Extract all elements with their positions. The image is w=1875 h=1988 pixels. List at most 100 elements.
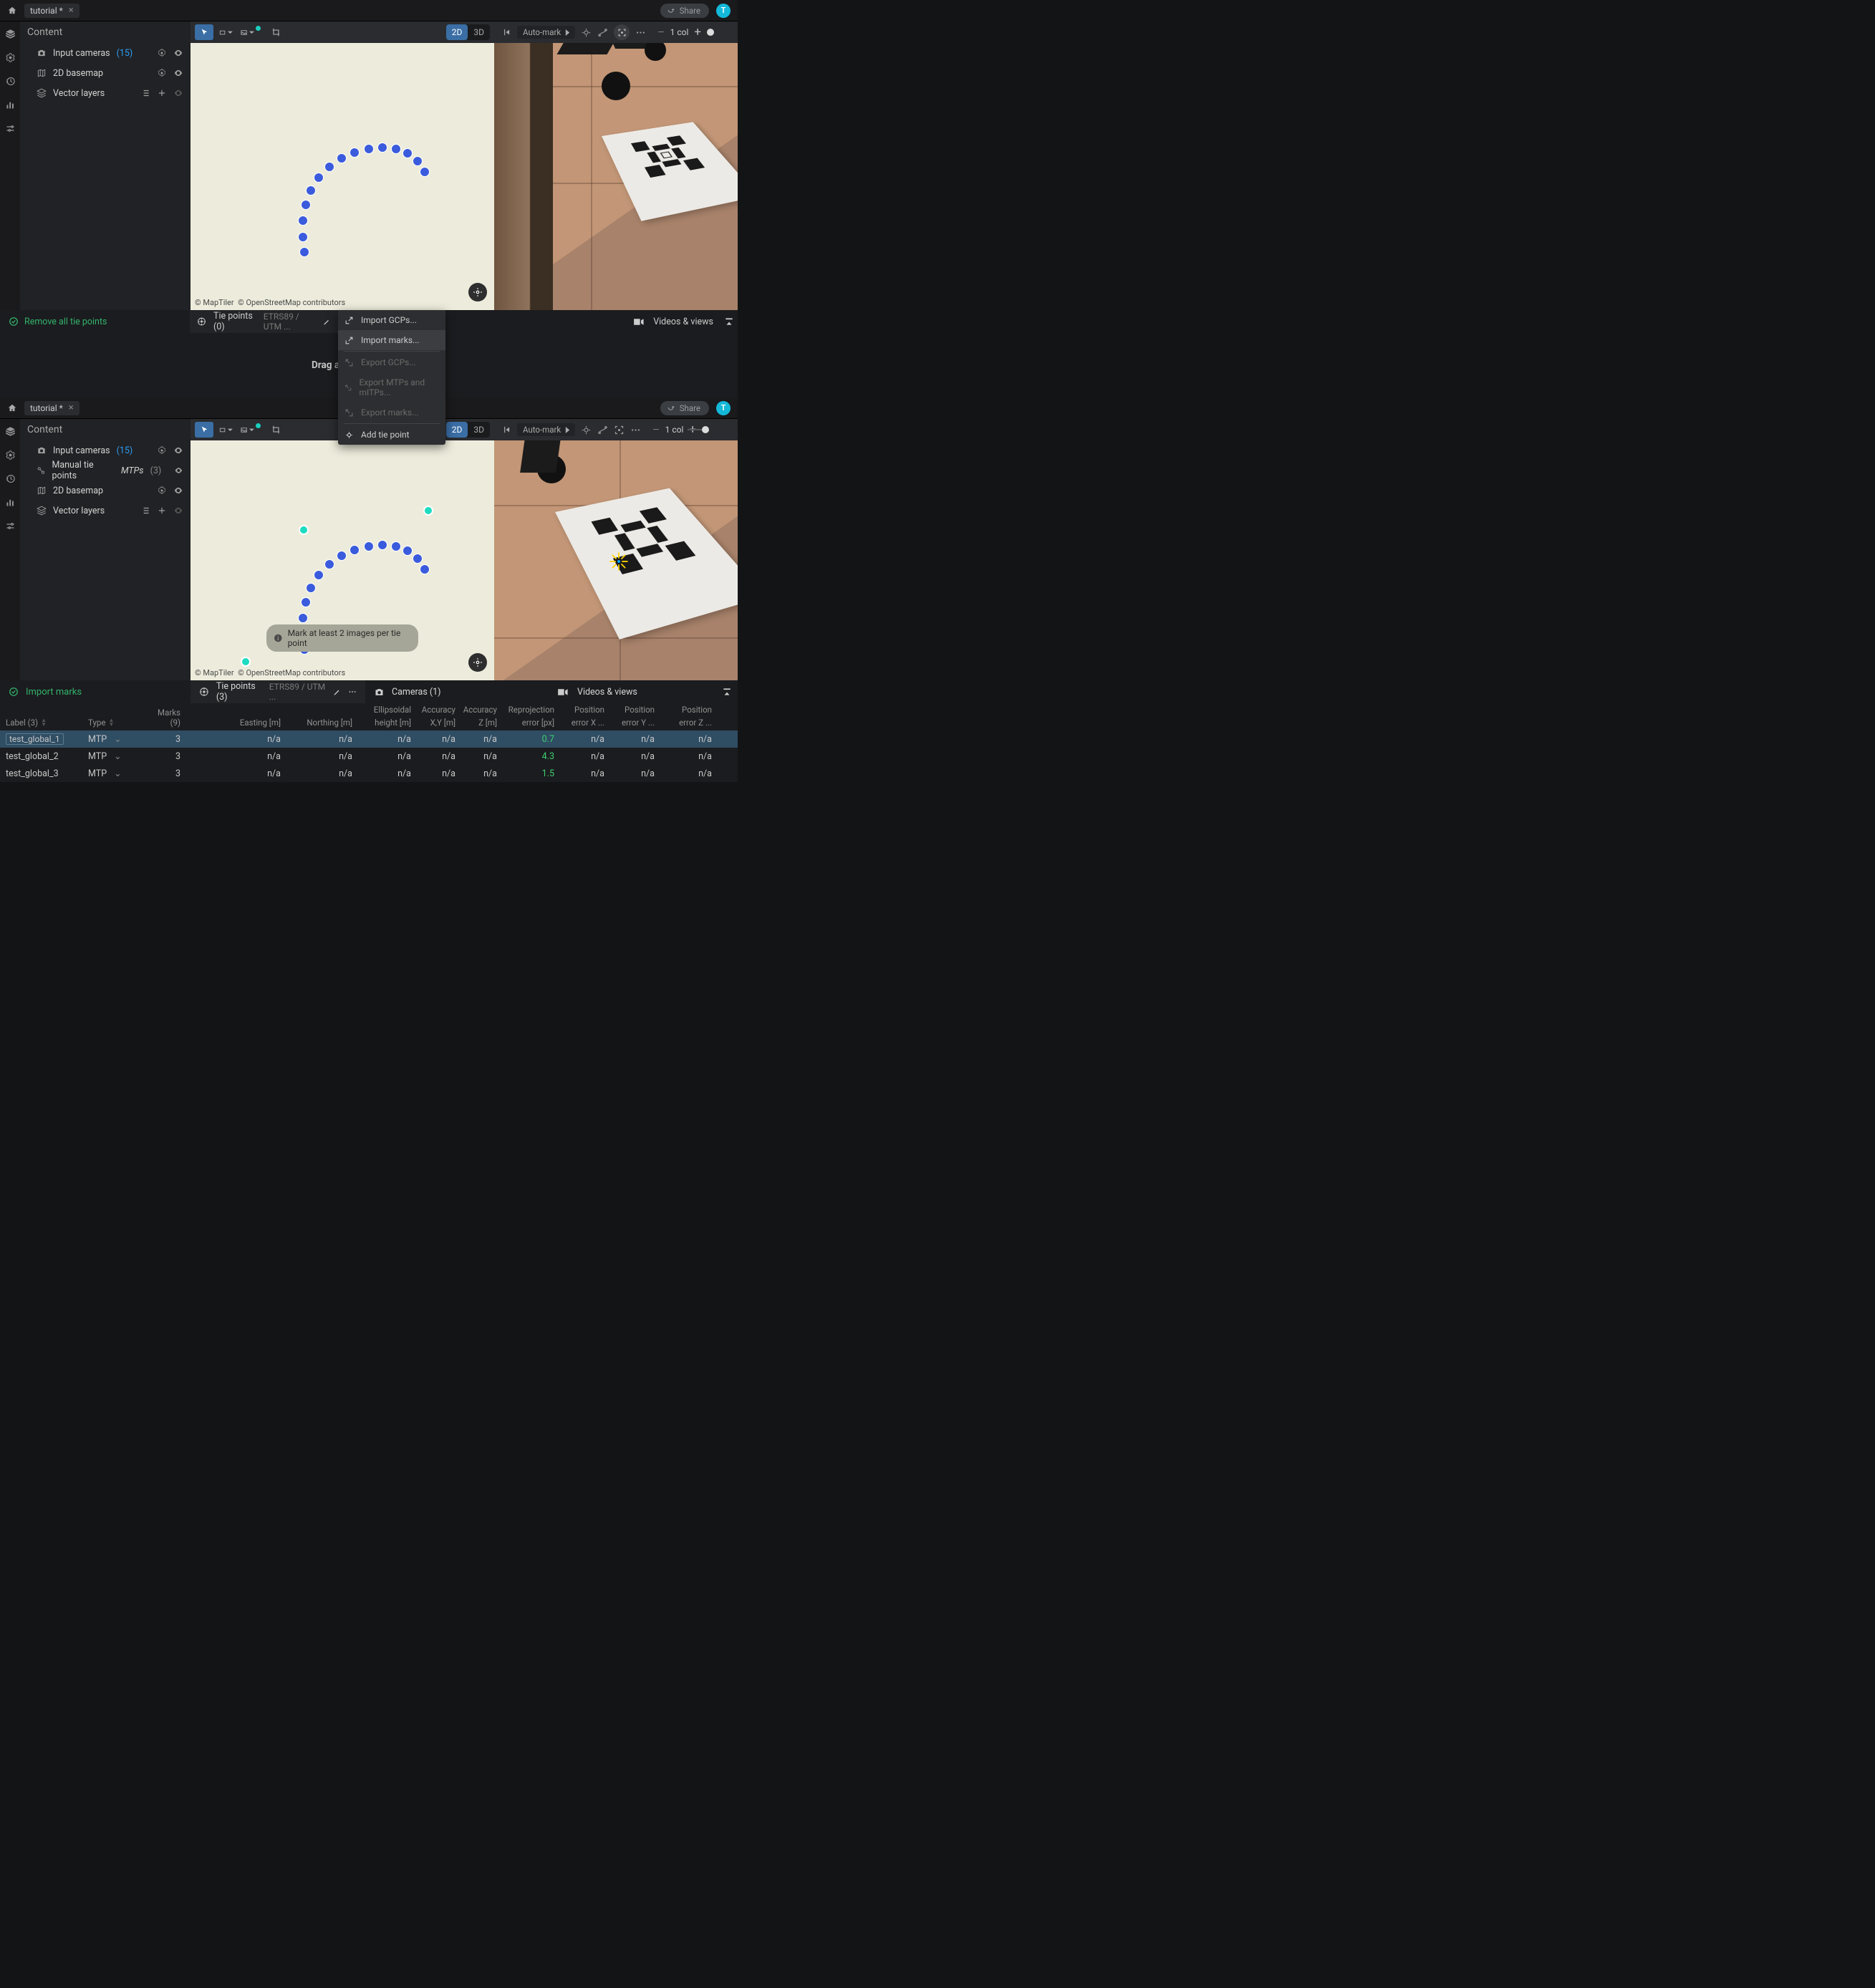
table-row[interactable]: test_global_1 MTP⌄ 3 n/a n/a n/a n/a n/a… <box>0 730 738 748</box>
zoom-slider[interactable] <box>702 426 709 433</box>
target-icon[interactable] <box>581 425 592 435</box>
focus-icon[interactable] <box>614 425 625 435</box>
image-tool[interactable] <box>238 24 256 40</box>
document-tab[interactable]: tutorial * × <box>24 401 79 415</box>
eye-off-icon[interactable] <box>173 506 183 516</box>
layer-manual-tie-points[interactable]: Manual tie points MTPs (3) <box>20 460 191 481</box>
crop-tool[interactable] <box>267 422 286 438</box>
tie-point-marker[interactable] <box>241 657 251 667</box>
tie-point-marker[interactable] <box>423 506 433 516</box>
layers-icon[interactable] <box>5 29 16 39</box>
plus-icon[interactable] <box>157 88 167 98</box>
eye-icon[interactable] <box>173 486 183 496</box>
layers-icon[interactable] <box>5 426 16 437</box>
notification-dot <box>256 423 261 428</box>
user-avatar[interactable]: T <box>716 401 731 415</box>
image-tool[interactable] <box>238 422 256 438</box>
add-column-button[interactable]: + <box>694 25 701 39</box>
layer-basemap[interactable]: 2D basemap <box>20 481 191 501</box>
share-button[interactable]: Share <box>660 4 709 18</box>
stats-icon[interactable] <box>5 497 16 508</box>
document-tab[interactable]: tutorial * × <box>24 4 79 18</box>
more-icon[interactable] <box>635 27 646 38</box>
automark-dropdown[interactable]: Auto-mark <box>517 26 575 39</box>
recenter-button[interactable] <box>468 283 487 301</box>
eye-icon[interactable] <box>173 445 183 455</box>
pencil-icon[interactable] <box>333 687 341 697</box>
import-marks-status[interactable]: Import marks <box>26 687 82 698</box>
home-icon[interactable] <box>7 403 17 413</box>
crop-tool[interactable] <box>267 24 286 40</box>
close-tab-icon[interactable]: × <box>69 403 74 412</box>
eye-icon[interactable] <box>173 68 183 78</box>
titlebar: tutorial * × Share T <box>0 0 738 21</box>
more-icon[interactable] <box>348 687 357 697</box>
layer-input-cameras[interactable]: Input cameras (15) <box>20 43 191 63</box>
eye-icon[interactable] <box>174 465 183 476</box>
eye-icon[interactable] <box>173 48 183 58</box>
layer-vector[interactable]: Vector layers <box>20 501 191 521</box>
history-icon[interactable] <box>5 473 16 484</box>
list-icon[interactable] <box>140 88 150 98</box>
close-tab-icon[interactable]: × <box>69 6 74 15</box>
skip-back-icon[interactable] <box>501 27 511 37</box>
settings-icon[interactable] <box>5 450 16 460</box>
panel-split-bar: Import marks Tie points (3) ETRS89 / UTM… <box>0 680 738 703</box>
table-row[interactable]: test_global_2 MTP⌄ 3 n/a n/a n/a n/a n/a… <box>0 748 738 765</box>
pointer-tool[interactable] <box>195 422 213 438</box>
map-canvas[interactable]: Mark at least 2 images per tie point © M… <box>191 440 494 680</box>
image-viewport[interactable] <box>494 43 738 310</box>
gear-icon[interactable] <box>157 68 167 78</box>
view-mode-switch: 2D 3D <box>446 24 490 40</box>
layer-input-cameras[interactable]: Input cameras (15) <box>20 440 191 460</box>
pencil-icon[interactable] <box>323 317 331 327</box>
content-header: Content <box>20 21 191 43</box>
settings-icon[interactable] <box>5 52 16 63</box>
rect-tool[interactable] <box>216 24 235 40</box>
video-icon <box>556 686 569 698</box>
table-row[interactable]: test_global_3 MTP⌄ 3 n/a n/a n/a n/a n/a… <box>0 765 738 782</box>
menu-import-gcps[interactable]: Import GCPs... <box>338 310 445 330</box>
gear-icon[interactable] <box>157 48 167 58</box>
skip-back-icon[interactable] <box>501 425 511 435</box>
list-icon[interactable] <box>140 506 150 516</box>
layer-vector[interactable]: Vector layers <box>20 83 191 103</box>
pointer-tool[interactable] <box>195 24 213 40</box>
plus-icon[interactable] <box>157 506 167 516</box>
home-icon[interactable] <box>7 6 17 16</box>
collapse-icon[interactable] <box>722 687 732 697</box>
collapse-icon[interactable] <box>724 317 734 327</box>
map-canvas[interactable]: © MapTiler © OpenStreetMap contributors <box>191 43 494 310</box>
automark-dropdown[interactable]: Auto-mark <box>517 423 575 436</box>
sliders-icon[interactable] <box>5 521 16 531</box>
remove-tie-points-button[interactable]: Remove all tie points <box>0 317 190 327</box>
map-toolbar: 2D 3D <box>191 21 494 43</box>
notification-dot <box>256 26 261 31</box>
mark-crosshair[interactable] <box>609 551 629 571</box>
user-avatar[interactable]: T <box>716 4 731 18</box>
target-icon[interactable] <box>581 27 592 38</box>
view-3d[interactable]: 3D <box>468 27 490 37</box>
image-viewport[interactable] <box>494 440 738 680</box>
recenter-button[interactable] <box>468 653 487 672</box>
layer-basemap[interactable]: 2D basemap <box>20 63 191 83</box>
stats-icon[interactable] <box>5 100 16 110</box>
sliders-icon[interactable] <box>5 123 16 134</box>
gear-icon[interactable] <box>157 445 167 455</box>
history-icon[interactable] <box>5 76 16 87</box>
focus-icon[interactable] <box>614 24 630 40</box>
path-icon[interactable] <box>597 27 608 38</box>
tie-points-menu: Import GCPs... Import marks... Export GC… <box>338 310 445 445</box>
path-icon[interactable] <box>597 425 608 435</box>
tie-point-marker[interactable] <box>299 525 309 535</box>
menu-add-tie-point[interactable]: Add tie point <box>338 425 445 445</box>
share-button[interactable]: Share <box>660 401 709 415</box>
tab-title: tutorial * <box>30 6 63 16</box>
view-2d[interactable]: 2D <box>446 24 468 40</box>
zoom-slider[interactable] <box>707 29 714 36</box>
gear-icon[interactable] <box>157 486 167 496</box>
menu-import-marks[interactable]: Import marks... <box>338 330 445 350</box>
rect-tool[interactable] <box>216 422 235 438</box>
eye-off-icon[interactable] <box>173 88 183 98</box>
more-icon[interactable] <box>630 425 641 435</box>
